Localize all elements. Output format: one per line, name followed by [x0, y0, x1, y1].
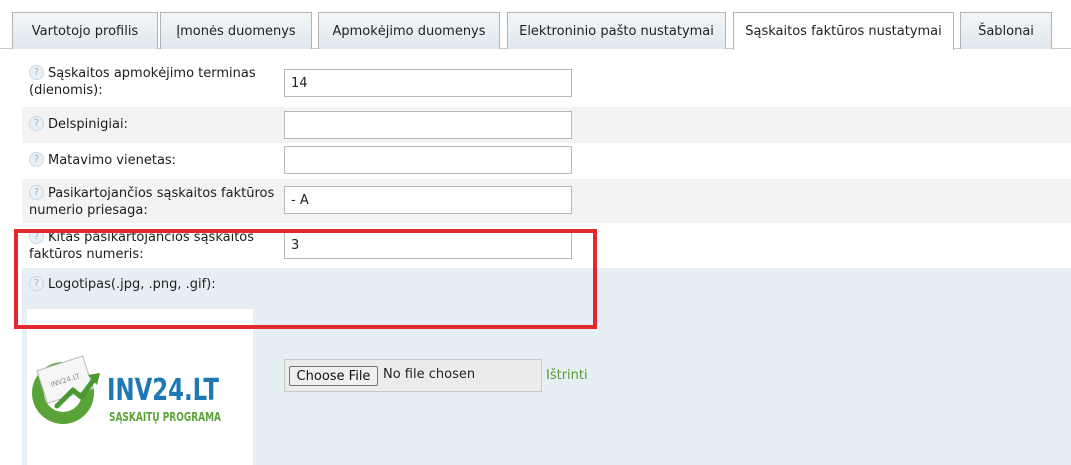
tab-templates[interactable]: Šablonai	[960, 12, 1052, 49]
late-fee-label: ? Delspinigiai:	[29, 116, 279, 133]
unit-label: ? Matavimo vienetas:	[29, 152, 279, 169]
next-recurring-number-label-text: Kitas pasikartojančios sąskaitos faktūro…	[29, 230, 255, 262]
next-recurring-number-row: ? Kitas pasikartojančios sąskaitos faktūr…	[22, 223, 1071, 268]
next-recurring-number-label: ? Kitas pasikartojančios sąskaitos faktūr…	[29, 229, 279, 263]
late-fee-row: ? Delspinigiai:	[22, 107, 1071, 143]
tab-email-settings[interactable]: Elektroninio pašto nustatymai	[507, 12, 726, 49]
unit-label-text: Matavimo vienetas:	[48, 153, 177, 168]
help-icon[interactable]: ?	[29, 116, 44, 131]
payment-term-row: ? Sąskaitos apmokėjimo terminas (dienomis…	[22, 59, 1071, 107]
choose-file-button[interactable]: Choose File	[289, 366, 378, 386]
logo-preview: INV24.LT INV24.LT SĄSKAITŲ PROGRAMA	[27, 309, 253, 465]
logo-label-text: Logotipas(.jpg, .png, .gif):	[48, 277, 216, 292]
tab-payment-data[interactable]: Apmokėjimo duomenys	[318, 12, 500, 49]
logo-text-main: INV24.LT	[107, 373, 219, 408]
tab-company-data[interactable]: Įmonės duomenys	[160, 12, 312, 49]
logo-file-input[interactable]: Choose File No file chosen	[284, 359, 542, 392]
unit-input[interactable]	[284, 146, 572, 174]
help-icon[interactable]: ?	[29, 65, 44, 80]
recurring-suffix-row: ? Pasikartojančios sąskaitos faktūros num…	[22, 179, 1071, 223]
unit-row: ? Matavimo vienetas:	[22, 143, 1071, 179]
recurring-suffix-label-text: Pasikartojančios sąskaitos faktūros nume…	[29, 186, 275, 218]
no-file-chosen-text: No file chosen	[383, 367, 476, 382]
payment-term-label-text: Sąskaitos apmokėjimo terminas (dienomis)…	[29, 66, 256, 98]
help-icon[interactable]: ?	[29, 276, 44, 291]
help-icon[interactable]: ?	[29, 229, 44, 244]
recurring-suffix-input[interactable]	[284, 186, 572, 214]
tab-user-profile[interactable]: Vartotojo profilis	[12, 12, 158, 49]
late-fee-label-text: Delspinigiai:	[48, 117, 128, 132]
help-icon[interactable]: ?	[29, 185, 44, 200]
invoice-settings-form: ? Sąskaitos apmokėjimo terminas (dienomis…	[0, 49, 1071, 465]
help-icon[interactable]: ?	[29, 152, 44, 167]
logo-label: ? Logotipas(.jpg, .png, .gif):	[29, 276, 216, 293]
recurring-suffix-label: ? Pasikartojančios sąskaitos faktūros num…	[29, 185, 279, 219]
company-logo: INV24.LT INV24.LT SĄSKAITŲ PROGRAMA	[32, 355, 222, 424]
payment-term-label: ? Sąskaitos apmokėjimo terminas (dienomis…	[29, 65, 279, 99]
next-recurring-number-input[interactable]	[284, 231, 572, 259]
late-fee-input[interactable]	[284, 111, 572, 139]
tab-bar: Vartotojo profilis Įmonės duomenys Apmok…	[0, 0, 1071, 50]
payment-term-input[interactable]	[284, 69, 572, 97]
logo-text-sub: SĄSKAITŲ PROGRAMA	[109, 410, 222, 424]
tab-invoice-settings[interactable]: Sąskaitos faktūros nustatymai	[733, 12, 954, 50]
logo-row: ? Logotipas(.jpg, .png, .gif): INV24.LT I…	[22, 268, 1071, 465]
delete-logo-link[interactable]: Ištrinti	[546, 368, 588, 383]
